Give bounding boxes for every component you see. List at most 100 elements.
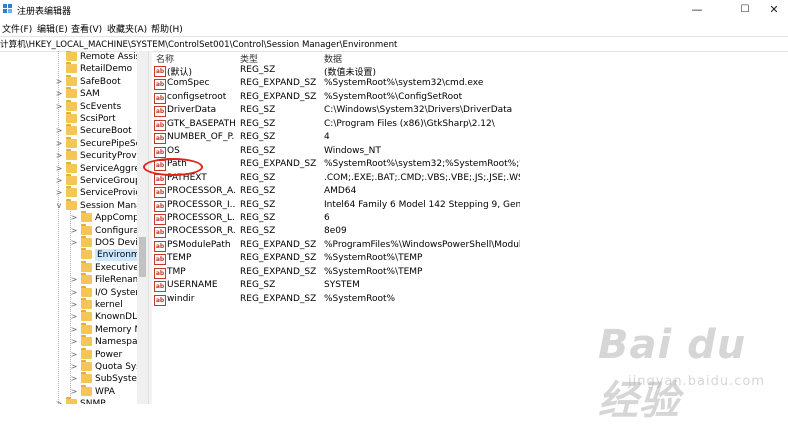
value-row[interactable]: ab windir REG_EXPAND_SZ %SystemRoot% <box>152 293 532 306</box>
expand-chevron-icon[interactable]: > <box>55 125 63 137</box>
expand-chevron-icon[interactable]: > <box>55 101 63 113</box>
value-row[interactable]: ab GTK_BASEPATH REG_SZ C:\Program Files (x8… <box>152 118 532 131</box>
tree-item[interactable]: > ScEvents <box>0 99 137 113</box>
column-header-data[interactable]: 数据 <box>324 52 342 65</box>
address-path[interactable]: 计算机\HKEY_LOCAL_MACHINE\SYSTEM\ControlSet… <box>0 38 397 50</box>
tree-scrollbar-thumb[interactable] <box>139 237 146 277</box>
tree-item[interactable]: > SecurityProvi <box>0 149 137 162</box>
tree-item[interactable]: > KnownDLL <box>0 310 137 323</box>
column-header-name[interactable]: 名称 <box>156 52 174 65</box>
maximize-button[interactable]: ☐ <box>731 2 759 18</box>
expand-chevron-icon[interactable]: > <box>70 386 78 398</box>
expand-chevron-icon[interactable]: > <box>70 237 78 249</box>
expand-chevron-icon[interactable]: > <box>55 88 63 100</box>
collapse-chevron-icon[interactable]: v <box>55 200 63 212</box>
tree-item[interactable]: > FileRenam <box>0 273 137 286</box>
menu-help[interactable]: 帮助(H) <box>151 22 183 35</box>
tree-item[interactable]: > SubSystem <box>0 372 137 385</box>
key-tree-pane[interactable]: Remote Assis RetailDemo > SafeBoot > SAM > ScEv… <box>0 51 137 404</box>
tree-item[interactable]: > SafeBoot <box>0 74 137 88</box>
value-row[interactable]: ab USERNAME REG_SZ SYSTEM <box>152 279 532 293</box>
tree-item[interactable]: v Session Mana <box>0 198 137 212</box>
value-row[interactable]: ab ComSpec REG_EXPAND_SZ %SystemRoot%\syste… <box>152 77 532 91</box>
tree-item[interactable]: > Configurat <box>0 223 137 237</box>
tree-item[interactable]: > Memory M <box>0 322 137 336</box>
value-data: 8e09 <box>324 226 347 237</box>
tree-item[interactable]: Environme <box>0 248 137 262</box>
menu-file[interactable]: 文件(F) <box>2 22 32 35</box>
expand-chevron-icon[interactable]: > <box>70 311 78 323</box>
expand-chevron-icon[interactable]: > <box>55 398 63 404</box>
value-type: REG_SZ <box>240 280 276 291</box>
tree-item[interactable]: > AppCompa <box>0 211 137 224</box>
folder-icon <box>81 384 92 396</box>
expand-chevron-icon[interactable]: > <box>70 274 78 286</box>
tree-item[interactable]: > SNMP <box>0 397 137 404</box>
tree-item[interactable]: > SAM <box>0 87 137 100</box>
expand-chevron-icon[interactable]: > <box>55 175 63 187</box>
value-type: REG_SZ <box>240 132 276 143</box>
tree-item[interactable]: > SecurePipeSe <box>0 136 137 150</box>
column-header-type[interactable]: 类型 <box>240 52 258 65</box>
close-button[interactable]: ✕ <box>760 2 788 18</box>
expand-chevron-icon[interactable]: > <box>55 187 63 199</box>
tree-item[interactable]: > ServiceProvic <box>0 186 137 199</box>
tree-item[interactable]: > kernel <box>0 298 137 311</box>
folder-icon <box>66 136 77 148</box>
tree-item[interactable]: > ServiceGroup <box>0 174 137 187</box>
value-row[interactable]: ab PROCESSOR_A... REG_SZ AMD64 <box>152 185 532 199</box>
expand-chevron-icon[interactable]: > <box>70 373 78 385</box>
value-row[interactable]: ab PROCESSOR_I... REG_SZ Intel64 Family 6 M… <box>152 199 532 212</box>
expand-chevron-icon[interactable]: > <box>55 150 63 162</box>
value-row[interactable]: ab PROCESSOR_R... REG_SZ 8e09 <box>152 225 532 239</box>
tree-item[interactable]: > I/O System <box>0 285 137 299</box>
tree-item-label: WPA <box>95 386 115 397</box>
tree-item[interactable]: ScsiPort <box>0 112 137 125</box>
expand-chevron-icon[interactable]: > <box>70 212 78 224</box>
expand-chevron-icon[interactable]: > <box>70 225 78 237</box>
address-bar[interactable]: 计算机\HKEY_LOCAL_MACHINE\SYSTEM\ControlSet… <box>0 36 788 52</box>
expand-chevron-icon[interactable]: > <box>70 361 78 373</box>
value-row[interactable]: ab NUMBER_OF_P... REG_SZ 4 <box>152 131 532 145</box>
value-row[interactable]: ab PROCESSOR_L... REG_SZ 6 <box>152 212 532 225</box>
string-value-icon: ab <box>154 240 166 252</box>
string-value-icon: ab <box>154 267 166 279</box>
value-row[interactable]: ab configsetroot REG_EXPAND_SZ %SystemRoot%… <box>152 91 532 104</box>
value-row[interactable]: ab TEMP REG_EXPAND_SZ %SystemRoot%\TEMP <box>152 252 532 266</box>
expand-chevron-icon[interactable]: > <box>55 138 63 150</box>
tree-item[interactable]: Executive <box>0 260 137 274</box>
tree-item[interactable]: > Power <box>0 347 137 361</box>
tree-item[interactable]: > ServiceAggre <box>0 161 137 175</box>
value-row[interactable]: ab TMP REG_EXPAND_SZ %SystemRoot%\TEMP <box>152 266 532 279</box>
menu-edit[interactable]: 编辑(E) <box>37 22 68 35</box>
menu-favorites[interactable]: 收藏夹(A) <box>107 22 147 35</box>
value-row[interactable]: ab DriverData REG_SZ C:\Windows\System32\Dr… <box>152 104 532 118</box>
tree-item[interactable]: Remote Assis <box>0 51 137 63</box>
expand-chevron-icon[interactable]: > <box>70 324 78 336</box>
minimize-button[interactable]: — <box>683 2 711 18</box>
value-type: REG_SZ <box>240 172 276 183</box>
expand-chevron-icon[interactable]: > <box>70 336 78 348</box>
tree-item[interactable]: > DOS Devic <box>0 236 137 249</box>
expand-chevron-icon[interactable]: > <box>70 299 78 311</box>
expand-chevron-icon[interactable]: > <box>70 349 78 361</box>
value-row[interactable]: ab Path REG_EXPAND_SZ %SystemRoot%\system32… <box>152 158 532 172</box>
tree-item[interactable]: > SecureBoot <box>0 124 137 137</box>
tree-item[interactable]: > Quota Syst <box>0 360 137 373</box>
tree-item[interactable]: > WPA <box>0 384 137 398</box>
tree-item[interactable]: RetailDemo <box>0 62 137 75</box>
value-row[interactable]: ab OS REG_SZ Windows_NT <box>152 145 532 158</box>
expand-chevron-icon[interactable]: > <box>55 163 63 175</box>
tree-item[interactable]: > Namespac <box>0 335 137 348</box>
value-row[interactable]: ab (默认) REG_SZ (数值未设置) <box>152 64 532 78</box>
value-name: GTK_BASEPATH <box>167 118 235 129</box>
value-name: USERNAME <box>167 280 218 291</box>
expand-chevron-icon[interactable]: > <box>55 76 63 88</box>
tree-scrollbar[interactable] <box>137 51 148 404</box>
expand-chevron-icon[interactable]: > <box>70 287 78 299</box>
menu-view[interactable]: 查看(V) <box>71 22 102 35</box>
value-type: REG_EXPAND_SZ <box>240 239 317 250</box>
value-row[interactable]: ab PSModulePath REG_EXPAND_SZ %ProgramFiles… <box>152 239 532 252</box>
value-row[interactable]: ab PATHEXT REG_SZ .COM;.EXE;.BAT;.CMD;.VBS;… <box>152 172 532 185</box>
folder-icon <box>81 248 92 260</box>
